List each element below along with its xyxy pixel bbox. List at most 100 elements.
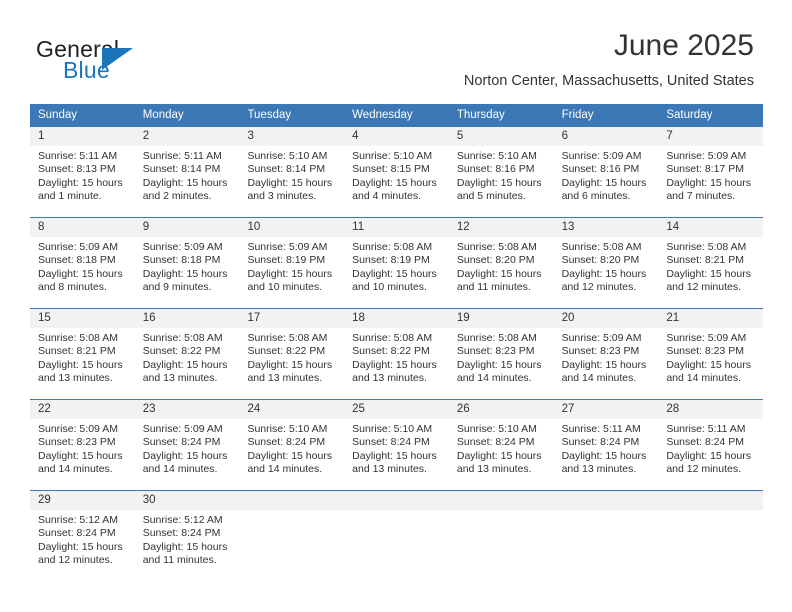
day-number[interactable]: 3 <box>239 127 344 146</box>
day-number[interactable]: 6 <box>554 127 659 146</box>
day-number[interactable]: 4 <box>344 127 449 146</box>
day-number[interactable]: 12 <box>449 218 554 237</box>
week-daynumber-strip: 29 30 <box>30 491 763 510</box>
day-cell[interactable]: Sunrise: 5:09 AM Sunset: 8:24 PM Dayligh… <box>135 419 240 490</box>
day-cell[interactable]: Sunrise: 5:10 AM Sunset: 8:24 PM Dayligh… <box>239 419 344 490</box>
daylight-text: Daylight: 15 hours and 13 minutes. <box>247 358 333 385</box>
day-number[interactable]: 23 <box>135 400 240 419</box>
daylight-text: Daylight: 15 hours and 14 minutes. <box>561 358 647 385</box>
daylight-text: Daylight: 15 hours and 14 minutes. <box>142 449 228 476</box>
day-number[interactable]: 21 <box>658 309 763 328</box>
day-number[interactable]: 13 <box>554 218 659 237</box>
sunrise-text: Sunrise: 5:10 AM <box>456 150 537 162</box>
sunrise-text: Sunrise: 5:11 AM <box>561 423 641 435</box>
sunset-text: Sunset: 8:24 PM <box>561 436 640 449</box>
sunset-text: Sunset: 8:24 PM <box>352 436 430 449</box>
day-cell[interactable]: Sunrise: 5:08 AM Sunset: 8:19 PM Dayligh… <box>344 237 449 308</box>
day-cell[interactable]: Sunrise: 5:10 AM Sunset: 8:14 PM Dayligh… <box>239 146 344 217</box>
sunset-text: Sunset: 8:16 PM <box>456 163 535 176</box>
day-number[interactable]: 28 <box>658 400 763 419</box>
title-block: June 2025 Norton Center, Massachusetts, … <box>464 28 754 90</box>
sunrise-text: Sunrise: 5:10 AM <box>456 423 537 435</box>
weekday-header-tuesday: Tuesday <box>247 109 292 121</box>
day-number[interactable]: 17 <box>239 309 344 328</box>
daylight-text: Daylight: 15 hours and 14 minutes. <box>666 358 751 385</box>
sunset-text: Sunset: 8:24 PM <box>142 527 221 540</box>
day-cell[interactable]: Sunrise: 5:09 AM Sunset: 8:23 PM Dayligh… <box>658 328 763 399</box>
day-cell-empty <box>554 510 659 581</box>
day-number[interactable]: 2 <box>135 127 240 146</box>
day-number[interactable]: 16 <box>135 309 240 328</box>
sunset-text: Sunset: 8:22 PM <box>352 345 430 358</box>
week-detail-strip: Sunrise: 5:12 AM Sunset: 8:24 PM Dayligh… <box>30 510 763 581</box>
week-detail-strip: Sunrise: 5:11 AM Sunset: 8:13 PM Dayligh… <box>30 146 763 217</box>
day-number[interactable]: 19 <box>449 309 554 328</box>
day-number[interactable]: 22 <box>30 400 135 419</box>
day-number[interactable]: 27 <box>554 400 659 419</box>
daylight-text: Daylight: 15 hours and 14 minutes. <box>38 449 123 476</box>
daylight-text: Daylight: 15 hours and 12 minutes. <box>666 449 751 476</box>
sunset-text: Sunset: 8:17 PM <box>666 163 744 176</box>
day-number[interactable]: 10 <box>239 218 344 237</box>
day-number[interactable]: 25 <box>344 400 449 419</box>
day-cell[interactable]: Sunrise: 5:08 AM Sunset: 8:20 PM Dayligh… <box>554 237 659 308</box>
day-number[interactable]: 29 <box>30 491 135 510</box>
daylight-text: Daylight: 15 hours and 13 minutes. <box>352 449 437 476</box>
day-number[interactable]: 15 <box>30 309 135 328</box>
day-number[interactable]: 24 <box>239 400 344 419</box>
day-cell[interactable]: Sunrise: 5:09 AM Sunset: 8:19 PM Dayligh… <box>239 237 344 308</box>
day-number[interactable]: 30 <box>135 491 240 510</box>
week-daynumber-strip: 8 9 10 11 12 13 14 <box>30 218 763 237</box>
day-cell[interactable]: Sunrise: 5:11 AM Sunset: 8:24 PM Dayligh… <box>658 419 763 490</box>
weekday-header-friday: Friday <box>561 109 594 121</box>
day-cell[interactable]: Sunrise: 5:11 AM Sunset: 8:14 PM Dayligh… <box>135 146 240 217</box>
sunrise-text: Sunrise: 5:08 AM <box>247 332 328 344</box>
day-cell[interactable]: Sunrise: 5:09 AM Sunset: 8:23 PM Dayligh… <box>554 328 659 399</box>
day-cell[interactable]: Sunrise: 5:10 AM Sunset: 8:24 PM Dayligh… <box>344 419 449 490</box>
day-cell[interactable]: Sunrise: 5:08 AM Sunset: 8:22 PM Dayligh… <box>239 328 344 399</box>
daylight-text: Daylight: 15 hours and 13 minutes. <box>38 358 123 385</box>
day-cell[interactable]: Sunrise: 5:11 AM Sunset: 8:24 PM Dayligh… <box>554 419 659 490</box>
day-cell[interactable]: Sunrise: 5:11 AM Sunset: 8:13 PM Dayligh… <box>30 146 135 217</box>
sunrise-text: Sunrise: 5:08 AM <box>666 241 747 253</box>
day-cell[interactable]: Sunrise: 5:12 AM Sunset: 8:24 PM Dayligh… <box>135 510 240 581</box>
sunrise-text: Sunrise: 5:08 AM <box>561 241 642 253</box>
daylight-text: Daylight: 15 hours and 11 minutes. <box>142 540 228 567</box>
sunrise-text: Sunrise: 5:12 AM <box>142 514 223 526</box>
day-number[interactable]: 26 <box>449 400 554 419</box>
day-cell[interactable]: Sunrise: 5:09 AM Sunset: 8:23 PM Dayligh… <box>30 419 135 490</box>
day-number[interactable]: 20 <box>554 309 659 328</box>
day-cell[interactable]: Sunrise: 5:10 AM Sunset: 8:15 PM Dayligh… <box>344 146 449 217</box>
page-title: June 2025 <box>613 29 754 62</box>
day-number[interactable]: 8 <box>30 218 135 237</box>
week-daynumber-strip: 1 2 3 4 5 6 7 <box>30 127 763 146</box>
daylight-text: Daylight: 15 hours and 13 minutes. <box>456 449 542 476</box>
weekday-header-row: Sunday Monday Tuesday Wednesday Thursday… <box>30 104 763 126</box>
day-number[interactable]: 7 <box>658 127 763 146</box>
day-number[interactable]: 14 <box>658 218 763 237</box>
day-cell[interactable]: Sunrise: 5:10 AM Sunset: 8:16 PM Dayligh… <box>449 146 554 217</box>
day-cell[interactable]: Sunrise: 5:08 AM Sunset: 8:20 PM Dayligh… <box>449 237 554 308</box>
sunset-text: Sunset: 8:19 PM <box>247 254 326 267</box>
day-number[interactable]: 9 <box>135 218 240 237</box>
day-cell[interactable]: Sunrise: 5:09 AM Sunset: 8:18 PM Dayligh… <box>30 237 135 308</box>
day-number[interactable]: 18 <box>344 309 449 328</box>
day-cell[interactable]: Sunrise: 5:09 AM Sunset: 8:17 PM Dayligh… <box>658 146 763 217</box>
day-cell[interactable]: Sunrise: 5:12 AM Sunset: 8:24 PM Dayligh… <box>30 510 135 581</box>
day-cell[interactable]: Sunrise: 5:08 AM Sunset: 8:23 PM Dayligh… <box>449 328 554 399</box>
day-cell[interactable]: Sunrise: 5:08 AM Sunset: 8:22 PM Dayligh… <box>344 328 449 399</box>
day-cell[interactable]: Sunrise: 5:09 AM Sunset: 8:16 PM Dayligh… <box>554 146 659 217</box>
day-number[interactable]: 1 <box>30 127 135 146</box>
sunset-text: Sunset: 8:23 PM <box>38 436 116 449</box>
week-detail-strip: Sunrise: 5:09 AM Sunset: 8:18 PM Dayligh… <box>30 237 763 308</box>
sunset-text: Sunset: 8:14 PM <box>142 163 221 176</box>
sunset-text: Sunset: 8:24 PM <box>456 436 535 449</box>
day-cell[interactable]: Sunrise: 5:09 AM Sunset: 8:18 PM Dayligh… <box>135 237 240 308</box>
day-number[interactable]: 11 <box>344 218 449 237</box>
day-cell[interactable]: Sunrise: 5:08 AM Sunset: 8:22 PM Dayligh… <box>135 328 240 399</box>
day-number[interactable]: 5 <box>449 127 554 146</box>
day-cell[interactable]: Sunrise: 5:08 AM Sunset: 8:21 PM Dayligh… <box>658 237 763 308</box>
day-cell[interactable]: Sunrise: 5:10 AM Sunset: 8:24 PM Dayligh… <box>449 419 554 490</box>
day-cell[interactable]: Sunrise: 5:08 AM Sunset: 8:21 PM Dayligh… <box>30 328 135 399</box>
week-row: 29 30 Sunrise: 5:12 AM Sunset: 8:24 PM D… <box>30 490 763 581</box>
